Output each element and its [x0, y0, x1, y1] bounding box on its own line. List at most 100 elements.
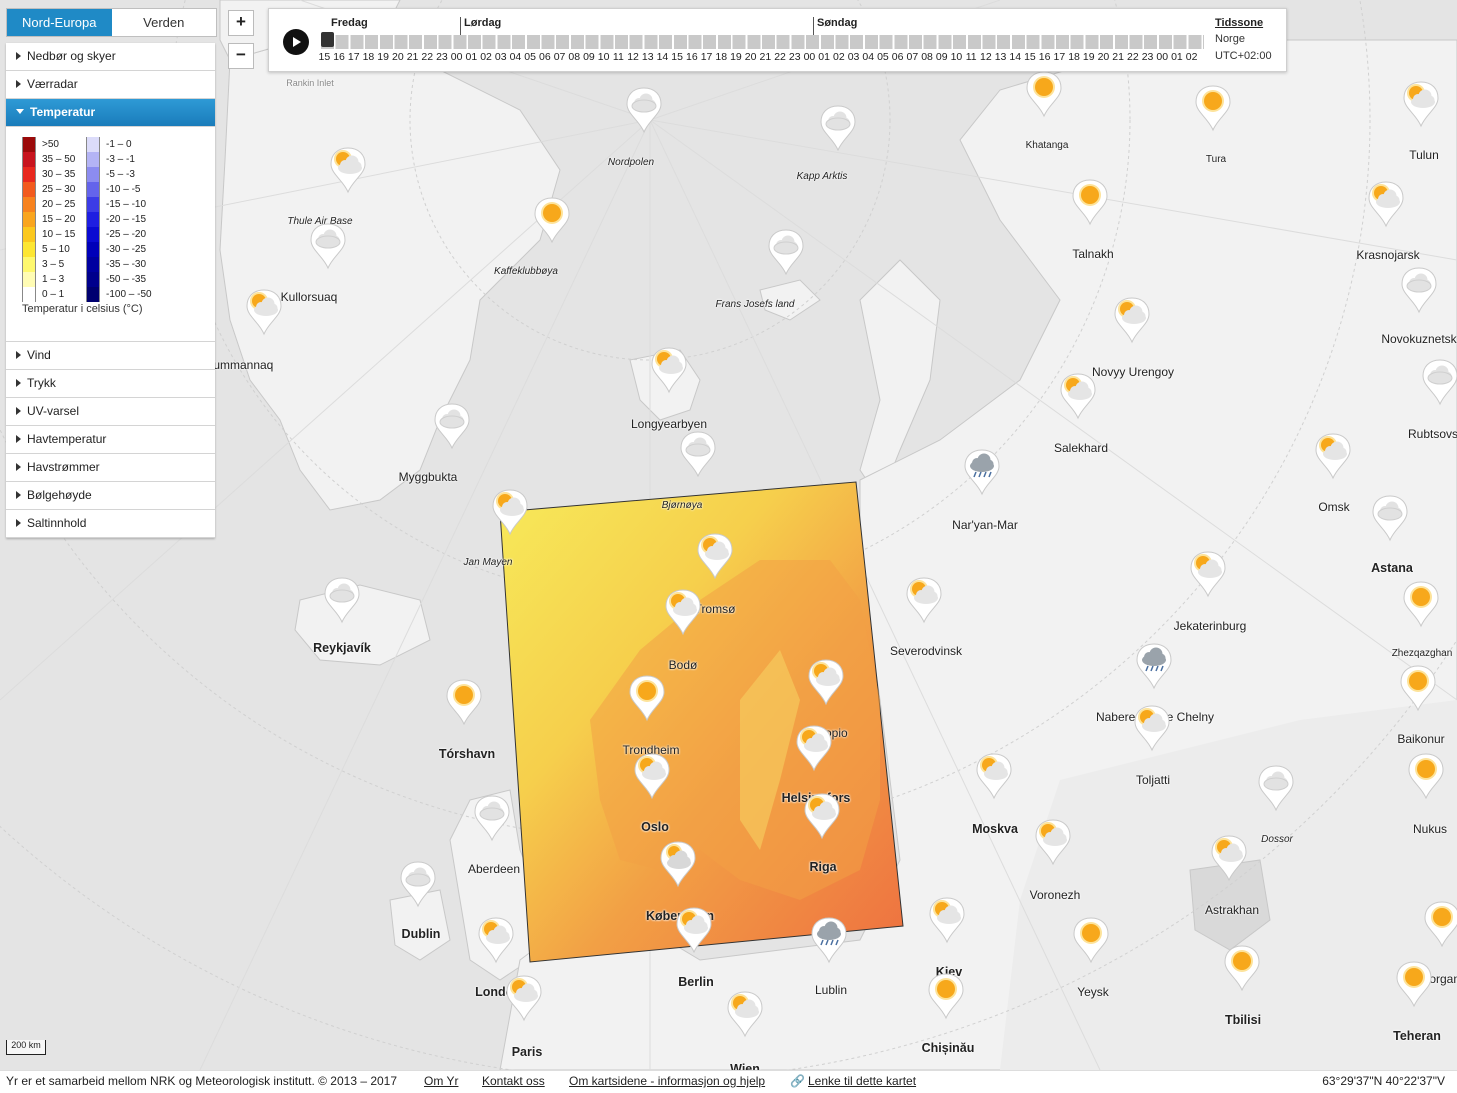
hour-label[interactable]: 04	[508, 51, 523, 63]
weather-marker[interactable]	[625, 86, 663, 134]
weather-marker[interactable]	[473, 794, 511, 842]
hour-label[interactable]: 16	[685, 51, 700, 63]
hour-label[interactable]: 03	[493, 51, 508, 63]
place-label[interactable]: Novyy Urengoy	[1092, 365, 1174, 379]
hour-label[interactable]: 08	[920, 51, 935, 63]
hour-label[interactable]: 15	[317, 51, 332, 63]
place-label[interactable]: Zhezqazghan	[1392, 648, 1453, 659]
place-label[interactable]: Nordpolen	[608, 157, 654, 168]
place-label[interactable]: Lublin	[815, 983, 847, 997]
place-label[interactable]: Moskva	[972, 822, 1018, 836]
footer-link-om-yr[interactable]: Om Yr	[424, 1071, 458, 1091]
weather-marker[interactable]	[433, 402, 471, 450]
weather-marker[interactable]	[1025, 70, 1063, 118]
place-label[interactable]: Baikonur	[1397, 732, 1444, 746]
place-label[interactable]: Rubtsovsk	[1408, 427, 1457, 441]
zoom-in-button[interactable]: +	[228, 10, 254, 36]
zoom-out-button[interactable]: −	[228, 43, 254, 69]
hour-label[interactable]: 17	[346, 51, 361, 63]
place-label[interactable]: Nukus	[1413, 822, 1447, 836]
place-label[interactable]: Myggbukta	[399, 470, 458, 484]
weather-marker[interactable]	[1194, 84, 1232, 132]
place-label[interactable]: Astrakhan	[1205, 903, 1259, 917]
weather-marker[interactable]	[1072, 916, 1110, 964]
hour-label[interactable]: 06	[538, 51, 553, 63]
place-label[interactable]: Bjørnøya	[662, 500, 703, 511]
weather-marker[interactable]	[628, 674, 666, 722]
layer-item[interactable]: Havstrømmer	[6, 454, 215, 482]
weather-marker[interactable]	[1407, 752, 1445, 800]
footer-link-kontakt[interactable]: Kontakt oss	[482, 1071, 545, 1091]
weather-marker[interactable]	[1371, 494, 1409, 542]
weather-marker[interactable]	[795, 724, 833, 772]
hour-label[interactable]: 22	[773, 51, 788, 63]
place-label[interactable]: Severodvinsk	[890, 644, 962, 658]
weather-marker[interactable]	[329, 146, 367, 194]
weather-marker[interactable]	[477, 916, 515, 964]
hour-label[interactable]: 08	[567, 51, 582, 63]
weather-marker[interactable]	[767, 228, 805, 276]
hour-label[interactable]: 14	[1008, 51, 1023, 63]
hour-label[interactable]: 00	[1155, 51, 1170, 63]
hour-label[interactable]: 06	[890, 51, 905, 63]
place-label[interactable]: Talnakh	[1072, 247, 1113, 261]
hour-label[interactable]: 16	[1037, 51, 1052, 63]
hour-label[interactable]: 10	[949, 51, 964, 63]
hour-label[interactable]: 00	[449, 51, 464, 63]
place-label[interactable]: Tbilisi	[1225, 1013, 1261, 1027]
place-label[interactable]: Berlin	[678, 975, 713, 989]
weather-marker[interactable]	[1314, 432, 1352, 480]
weather-marker[interactable]	[664, 588, 702, 636]
place-label[interactable]: Riga	[809, 860, 836, 874]
weather-marker[interactable]	[807, 658, 845, 706]
hour-label[interactable]: 19	[1081, 51, 1096, 63]
layer-item[interactable]: Havtemperatur	[6, 426, 215, 454]
place-label[interactable]: Bodø	[669, 658, 698, 672]
timeline-track[interactable]	[321, 35, 1204, 49]
layer-item[interactable]: Bølgehøyde	[6, 482, 215, 510]
hour-label[interactable]: 01	[817, 51, 832, 63]
place-label[interactable]: Longyearbyen	[631, 417, 707, 431]
place-label[interactable]: Yeysk	[1077, 985, 1109, 999]
hour-label[interactable]: 07	[905, 51, 920, 63]
weather-marker[interactable]	[726, 990, 764, 1038]
hour-label[interactable]: 21	[758, 51, 773, 63]
place-label[interactable]: Nar'yan-Mar	[952, 518, 1018, 532]
place-label[interactable]: Tulun	[1409, 148, 1439, 162]
hour-label[interactable]: 19	[729, 51, 744, 63]
place-label[interactable]: Toljatti	[1136, 773, 1170, 787]
weather-marker[interactable]	[1395, 960, 1433, 1008]
place-label[interactable]: Wien	[730, 1062, 760, 1070]
hour-label[interactable]: 20	[743, 51, 758, 63]
place-label[interactable]: Jan Mayen	[464, 557, 513, 568]
hour-label[interactable]: 01	[1170, 51, 1185, 63]
weather-marker[interactable]	[696, 532, 734, 580]
hour-label[interactable]: 21	[1111, 51, 1126, 63]
weather-marker[interactable]	[650, 346, 688, 394]
hour-label[interactable]: 15	[670, 51, 685, 63]
hour-label[interactable]: 12	[979, 51, 994, 63]
tab-nord-europa[interactable]: Nord-Europa	[7, 9, 112, 36]
hour-label[interactable]: 23	[435, 51, 450, 63]
place-label[interactable]: Reykjavík	[313, 641, 371, 655]
place-label[interactable]: Paris	[512, 1045, 543, 1059]
hour-label[interactable]: 20	[391, 51, 406, 63]
hour-label[interactable]: 02	[832, 51, 847, 63]
weather-marker[interactable]	[1059, 372, 1097, 420]
hour-label[interactable]: 22	[420, 51, 435, 63]
weather-marker[interactable]	[1189, 550, 1227, 598]
hour-label[interactable]: 14	[655, 51, 670, 63]
place-label[interactable]: Rankin Inlet	[286, 78, 334, 88]
weather-marker[interactable]	[905, 576, 943, 624]
place-label[interactable]: Khatanga	[1026, 140, 1069, 151]
place-label[interactable]: Frans Josefs land	[716, 299, 795, 310]
place-label[interactable]: Novokuznetsk	[1381, 332, 1456, 346]
weather-marker[interactable]	[928, 896, 966, 944]
hour-label[interactable]: 23	[1140, 51, 1155, 63]
place-label[interactable]: Dublin	[402, 927, 441, 941]
hour-label[interactable]: 11	[611, 51, 626, 63]
timeline-handle[interactable]	[321, 32, 334, 47]
weather-marker[interactable]	[245, 288, 283, 336]
place-label[interactable]: Omsk	[1318, 500, 1349, 514]
hour-label[interactable]: 18	[714, 51, 729, 63]
